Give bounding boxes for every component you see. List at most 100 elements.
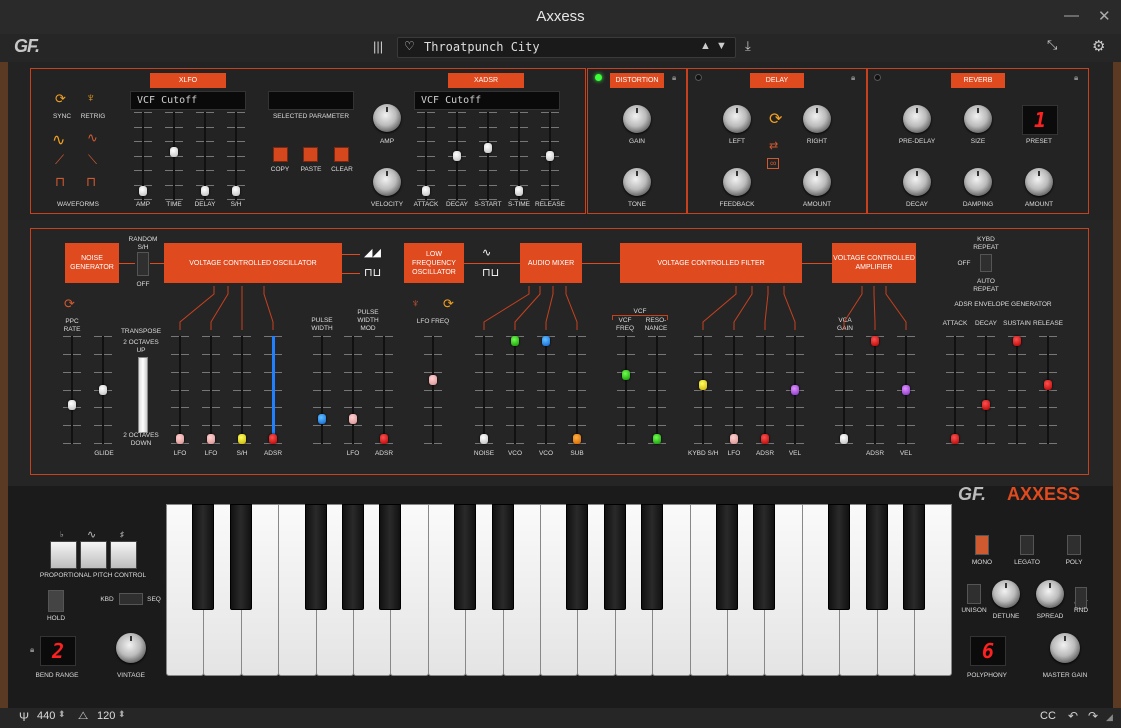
black-key[interactable]	[379, 504, 402, 610]
delay-power-led[interactable]	[695, 74, 702, 81]
ppc-sync-icon[interactable]: ⟳	[64, 296, 75, 312]
resonance-slider[interactable]	[648, 336, 666, 444]
tempo-stepper-icon[interactable]: ⬍	[118, 709, 126, 720]
tempo-value[interactable]: 120	[97, 710, 115, 722]
vca-vel-slider[interactable]	[897, 336, 915, 444]
preset-next-icon[interactable]: ▼	[716, 40, 727, 52]
saw-down-wave-icon[interactable]: ⟍	[88, 152, 97, 168]
xlfo-amp-slider[interactable]	[134, 112, 152, 200]
master-gain-knob[interactable]	[1050, 633, 1080, 663]
mixer-noise-slider[interactable]	[475, 336, 493, 444]
poly-switch[interactable]	[1067, 535, 1081, 555]
cnt-rnd-switch[interactable]	[1075, 587, 1087, 609]
adsr-decay-slider[interactable]	[977, 336, 995, 444]
xadsr-s-time-slider[interactable]	[510, 112, 528, 200]
settings-gear-icon[interactable]: ⚙	[1092, 37, 1105, 55]
vca-adsr-slider[interactable]	[866, 336, 884, 444]
minimize-button[interactable]: —	[1064, 7, 1079, 24]
distortion-lock-icon[interactable]: 🔒︎	[672, 73, 676, 83]
pre-delay-knob[interactable]	[903, 105, 931, 133]
reverb-decay-knob[interactable]	[903, 168, 931, 196]
resize-grip-icon[interactable]: ◢	[1106, 712, 1113, 723]
repeat-switch[interactable]	[980, 254, 992, 272]
vca-gain-slider[interactable]	[835, 336, 853, 444]
reverb-amount-knob[interactable]	[1025, 168, 1053, 196]
pwm-lfo-slider[interactable]	[344, 336, 362, 444]
preset-prev-icon[interactable]: ▲	[700, 40, 711, 52]
reverb-lock-icon[interactable]: 🔒︎	[1074, 73, 1078, 83]
hold-switch[interactable]	[48, 590, 64, 612]
lfo-sync-icon[interactable]: ⟳	[443, 296, 454, 312]
vcf-kybd-mod-slider[interactable]	[694, 336, 712, 444]
vcf-freq-slider[interactable]	[617, 336, 635, 444]
delay-left-knob[interactable]	[723, 105, 751, 133]
tuning-stepper-icon[interactable]: ⬍	[58, 709, 66, 720]
bend-range-display[interactable]: 2	[40, 636, 76, 666]
glide-slider[interactable]	[94, 336, 112, 444]
clear-button[interactable]	[334, 147, 349, 162]
transpose-slider[interactable]	[138, 357, 148, 433]
lfo-retrig-icon[interactable]: ♆	[411, 296, 420, 310]
mono-switch[interactable]	[975, 535, 989, 555]
black-key[interactable]	[192, 504, 215, 610]
unison-switch[interactable]	[967, 584, 981, 604]
reverb-power-led[interactable]	[874, 74, 881, 81]
vco-sh-mod-slider[interactable]	[233, 336, 251, 444]
close-button[interactable]: ✕	[1098, 7, 1111, 25]
cc-button[interactable]: CC	[1040, 710, 1056, 722]
square-wave-icon[interactable]: ⊓	[55, 174, 65, 190]
legato-switch[interactable]	[1020, 535, 1034, 555]
redo-icon[interactable]: ↷	[1088, 709, 1098, 723]
black-key[interactable]	[865, 504, 888, 610]
retrig-icon[interactable]: ♆	[86, 90, 96, 105]
heart-icon[interactable]: ♡	[404, 39, 415, 53]
adsr-release-slider[interactable]	[1039, 336, 1057, 444]
black-key[interactable]	[566, 504, 589, 610]
tone-knob[interactable]	[623, 168, 651, 196]
xlfo-sh-slider[interactable]	[227, 112, 245, 200]
black-key[interactable]	[903, 504, 925, 610]
vcf-vel-mod-slider[interactable]	[786, 336, 804, 444]
black-key[interactable]	[304, 504, 327, 610]
black-key[interactable]	[753, 504, 776, 610]
damping-knob[interactable]	[964, 168, 992, 196]
ppc-pad-right[interactable]	[110, 541, 137, 569]
bend-lock-icon[interactable]: 🔒︎	[30, 645, 34, 655]
paste-button[interactable]	[303, 147, 318, 162]
pulse-width-slider[interactable]	[313, 336, 331, 444]
black-key[interactable]	[716, 504, 738, 610]
xadsr-s-start-slider[interactable]	[479, 112, 497, 200]
gain-knob[interactable]	[623, 105, 651, 133]
amp-knob[interactable]	[373, 104, 401, 132]
mixer-sub-slider[interactable]	[568, 336, 586, 444]
sync-icon[interactable]: ⟳	[55, 91, 66, 107]
black-key[interactable]	[603, 504, 626, 610]
delay-pingpong-icon[interactable]: ⇄	[769, 139, 778, 152]
feedback-knob[interactable]	[723, 168, 751, 196]
sine-wave-icon[interactable]: ∿	[52, 130, 65, 150]
collapse-icon[interactable]: ⤡	[1047, 37, 1057, 53]
copy-button[interactable]	[273, 147, 288, 162]
delay-link-icon[interactable]: ∞	[767, 158, 780, 169]
xlfo-target-display[interactable]: VCF Cutoff	[130, 91, 246, 110]
black-key[interactable]	[491, 504, 514, 610]
kbd-seq-switch[interactable]	[119, 593, 143, 605]
vcf-adsr-mod-slider[interactable]	[756, 336, 774, 444]
size-knob[interactable]	[964, 105, 992, 133]
delay-sync-icon[interactable]: ⟳	[769, 109, 782, 129]
ppc-pad-center[interactable]	[80, 541, 107, 569]
preset-selector[interactable]: ♡ Throatpunch City ▲ ▼	[397, 37, 736, 58]
delay-amount-knob[interactable]	[803, 168, 831, 196]
distortion-power-led[interactable]	[595, 74, 602, 81]
vco-adsr-mod-slider[interactable]	[264, 336, 282, 444]
ppc-pad-left[interactable]	[50, 541, 77, 569]
black-key[interactable]	[828, 504, 851, 610]
xadsr-target-display[interactable]: VCF Cutoff	[414, 91, 560, 110]
random-wave-icon[interactable]: ⊓	[86, 174, 96, 190]
library-icon[interactable]: |||	[373, 39, 383, 54]
reverb-preset-display[interactable]: 1	[1022, 105, 1058, 135]
xadsr-decay-slider[interactable]	[448, 112, 466, 200]
xlfo-delay-slider[interactable]	[196, 112, 214, 200]
mixer-vco-saw-slider[interactable]	[506, 336, 524, 444]
black-key[interactable]	[342, 504, 364, 610]
